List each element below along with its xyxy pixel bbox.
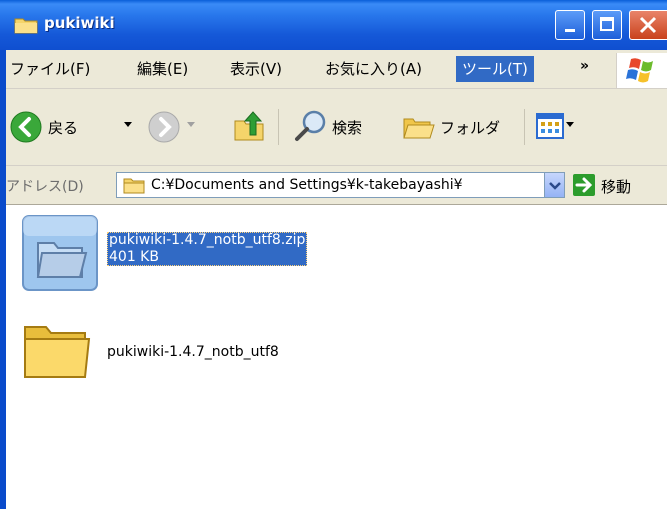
- back-arrow-icon: [10, 111, 42, 143]
- up-folder-icon[interactable]: [232, 109, 266, 143]
- go-button[interactable]: [573, 174, 595, 196]
- windows-logo-icon: [616, 53, 667, 88]
- menu-file[interactable]: ファイル(F): [10, 50, 90, 88]
- file-list: pukiwiki-1.4.7_notb_utf8.zip 401 KB puki…: [0, 205, 667, 509]
- views-button[interactable]: [536, 113, 574, 141]
- toolbar: 戻る 検索 フォルダ: [0, 89, 667, 166]
- go-arrow-icon: [575, 177, 593, 193]
- views-icon: [536, 113, 564, 139]
- maximize-icon: [600, 17, 614, 31]
- views-dropdown-arrow: [566, 122, 574, 127]
- file-item-folder[interactable]: pukiwiki-1.4.7_notb_utf8: [20, 317, 350, 387]
- forward-history-dropdown: [187, 122, 195, 127]
- folders-button[interactable]: フォルダ: [400, 101, 520, 151]
- address-input[interactable]: C:¥Documents and Settings¥k-takebayashi¥: [116, 172, 545, 198]
- close-icon: [639, 16, 657, 34]
- file-item-zip[interactable]: pukiwiki-1.4.7_notb_utf8.zip 401 KB: [20, 213, 350, 293]
- menu-tools[interactable]: ツール(T): [456, 56, 534, 82]
- close-button[interactable]: [629, 10, 667, 40]
- menu-overflow-chevron[interactable]: »: [580, 58, 589, 74]
- address-label: アドレス(D): [6, 179, 84, 195]
- menu-bar: ファイル(F) 編集(E) 表示(V) お気に入り(A) ツール(T) »: [0, 50, 667, 89]
- file-size: 401 KB: [109, 249, 159, 265]
- forward-arrow-icon[interactable]: [148, 111, 180, 143]
- minimize-icon: [565, 29, 575, 32]
- folder-icon: [123, 178, 145, 194]
- search-label: 検索: [332, 119, 363, 137]
- search-icon: [295, 110, 326, 141]
- address-bar: アドレス(D) C:¥Documents and Settings¥k-take…: [0, 166, 667, 205]
- menu-favorites[interactable]: お気に入り(A): [325, 50, 422, 88]
- go-label[interactable]: 移動: [601, 176, 631, 197]
- maximize-button[interactable]: [592, 10, 622, 40]
- title-bar[interactable]: pukiwiki: [0, 0, 667, 50]
- file-name: pukiwiki-1.4.7_notb_utf8: [107, 344, 279, 360]
- folders-label: フォルダ: [440, 119, 501, 137]
- explorer-window: pukiwiki ファイル(F) 編集(E) 表示(V) お気に入り(A) ツー…: [0, 0, 667, 509]
- zip-folder-icon: [22, 215, 98, 291]
- address-dropdown-button[interactable]: [545, 172, 565, 198]
- back-history-dropdown[interactable]: [124, 122, 132, 127]
- window-title: pukiwiki: [44, 14, 115, 32]
- chevron-down-icon: [549, 182, 561, 190]
- minimize-button[interactable]: [555, 10, 585, 40]
- toolbar-separator: [524, 109, 525, 145]
- folder-icon: [14, 18, 38, 34]
- menu-view[interactable]: 表示(V): [230, 50, 282, 88]
- menu-edit[interactable]: 編集(E): [137, 50, 188, 88]
- file-label-selected: pukiwiki-1.4.7_notb_utf8.zip 401 KB: [107, 232, 308, 266]
- address-path: C:¥Documents and Settings¥k-takebayashi¥: [151, 177, 463, 193]
- search-button[interactable]: 検索: [290, 101, 390, 151]
- window-border: [0, 50, 6, 509]
- back-label: 戻る: [48, 119, 79, 137]
- folders-icon: [403, 118, 435, 139]
- folder-icon: [24, 326, 91, 378]
- toolbar-separator: [278, 109, 279, 145]
- file-name: pukiwiki-1.4.7_notb_utf8.zip: [109, 232, 306, 248]
